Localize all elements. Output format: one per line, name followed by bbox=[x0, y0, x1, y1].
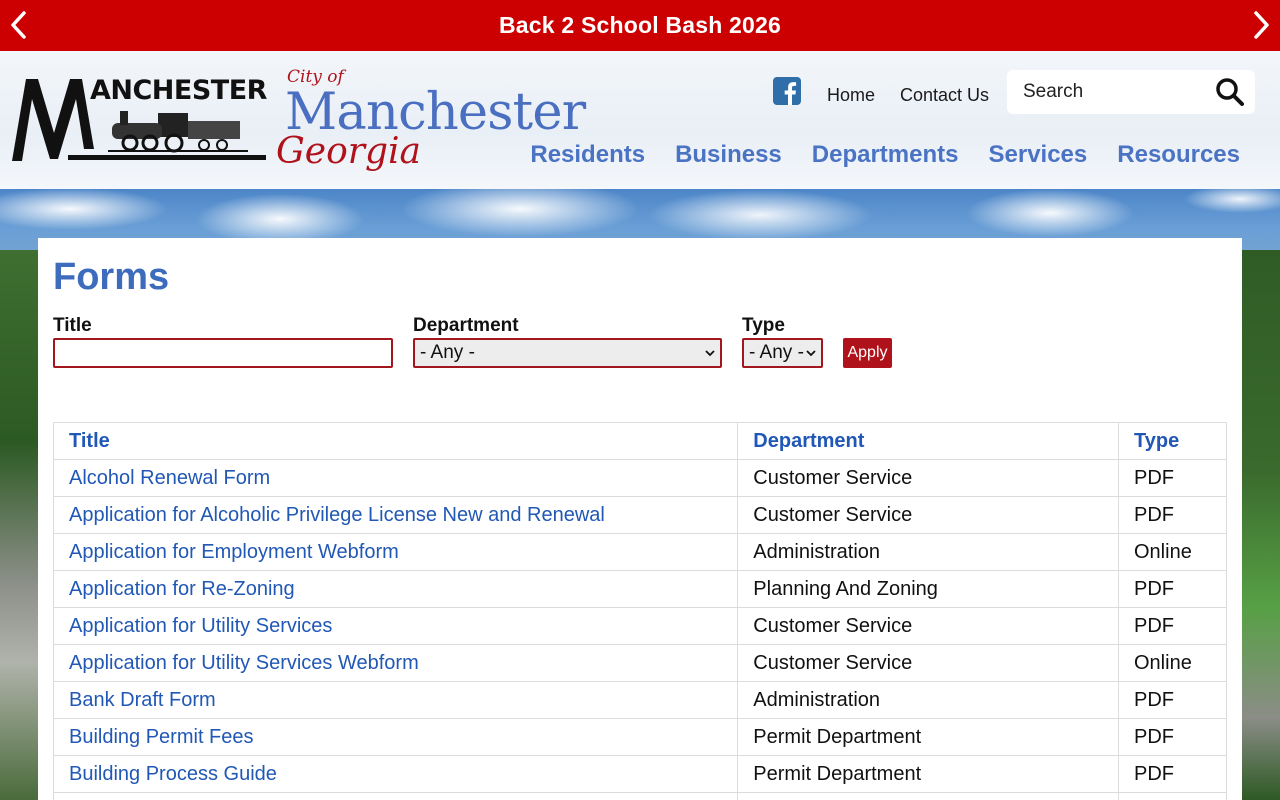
page-title: Forms bbox=[53, 256, 170, 298]
form-type: PDF bbox=[1118, 607, 1227, 645]
form-title-link[interactable]: Building Process Guide bbox=[69, 763, 277, 785]
form-title-link[interactable]: Application for Re-Zoning bbox=[69, 578, 295, 600]
table-row: Application for Utility Services Webform… bbox=[52, 644, 1227, 682]
form-department: Customer Service bbox=[737, 644, 1119, 682]
nav-services[interactable]: Services bbox=[989, 141, 1088, 175]
form-type: PDF bbox=[1118, 755, 1227, 793]
form-department: Customer Service bbox=[737, 607, 1119, 645]
chevron-right-icon[interactable] bbox=[1247, 8, 1275, 42]
nav-departments[interactable]: Departments bbox=[812, 141, 959, 175]
form-department: Administration bbox=[737, 681, 1119, 719]
table-row: Building Process Guide Permit Department… bbox=[52, 755, 1227, 793]
nav-residents[interactable]: Residents bbox=[530, 141, 645, 175]
contact-us-link[interactable]: Contact Us bbox=[900, 85, 989, 106]
form-type: Online bbox=[1118, 533, 1227, 571]
forms-table: Title Department Type Alcohol Renewal Fo… bbox=[52, 422, 1227, 800]
form-type: PDF bbox=[1118, 496, 1227, 534]
nav-business[interactable]: Business bbox=[675, 141, 782, 175]
form-title-link[interactable]: Bank Draft Form bbox=[69, 689, 216, 711]
type-filter-select[interactable]: - Any - bbox=[742, 338, 823, 368]
department-filter-select[interactable]: - Any - bbox=[413, 338, 722, 368]
main-navigation: Residents Business Departments Services … bbox=[500, 141, 1240, 175]
form-title-link[interactable]: Alcohol Renewal Form bbox=[69, 467, 270, 489]
form-title-link[interactable]: Application for Employment Webform bbox=[69, 541, 399, 563]
form-department: Permit Department bbox=[737, 718, 1119, 756]
form-type: PDF bbox=[1118, 718, 1227, 756]
form-title-link[interactable]: Application for Alcoholic Privilege Lice… bbox=[69, 504, 605, 526]
background-trees-left bbox=[0, 250, 38, 800]
announcement-bar: Back 2 School Bash 2026 bbox=[0, 0, 1280, 51]
column-header-title[interactable]: Title bbox=[52, 422, 739, 460]
table-row bbox=[52, 792, 1227, 800]
announcement-title[interactable]: Back 2 School Bash 2026 bbox=[499, 12, 781, 39]
type-filter-label: Type bbox=[742, 315, 785, 336]
chevron-left-icon[interactable] bbox=[5, 8, 33, 42]
form-department: Planning And Zoning bbox=[737, 570, 1119, 608]
search-icon[interactable] bbox=[1215, 77, 1245, 107]
apply-button[interactable]: Apply bbox=[843, 338, 892, 368]
form-title-link[interactable]: Application for Utility Services bbox=[69, 615, 332, 637]
nav-resources[interactable]: Resources bbox=[1117, 141, 1240, 175]
logo-wordmark: ANCHESTER bbox=[90, 75, 267, 106]
search-box bbox=[1007, 70, 1255, 114]
form-department: Customer Service bbox=[737, 496, 1119, 534]
form-type: Online bbox=[1118, 644, 1227, 682]
table-row: Building Permit Fees Permit Department P… bbox=[52, 718, 1227, 756]
title-filter-input[interactable] bbox=[53, 338, 393, 368]
background-trees-right bbox=[1242, 250, 1280, 800]
chevron-down-icon bbox=[806, 350, 816, 357]
department-selected-value: - Any - bbox=[420, 342, 475, 363]
table-row: Application for Utility Services Custome… bbox=[52, 607, 1227, 645]
type-selected-value: - Any - bbox=[749, 342, 804, 363]
home-link[interactable]: Home bbox=[827, 85, 875, 106]
column-header-department[interactable]: Department bbox=[737, 422, 1119, 460]
chevron-down-icon bbox=[705, 350, 715, 357]
table-header-row: Title Department Type bbox=[52, 422, 1227, 460]
search-input[interactable] bbox=[1007, 72, 1207, 112]
department-filter-label: Department bbox=[413, 315, 519, 336]
form-type: PDF bbox=[1118, 681, 1227, 719]
site-header: ANCHESTER City of Manchester Georgia Hom… bbox=[0, 51, 1280, 189]
form-department: Administration bbox=[737, 533, 1119, 571]
table-row: Application for Alcoholic Privilege Lice… bbox=[52, 496, 1227, 534]
column-header-type[interactable]: Type bbox=[1118, 422, 1227, 460]
form-department: Customer Service bbox=[737, 459, 1119, 497]
title-filter-label: Title bbox=[53, 315, 92, 336]
facebook-icon[interactable] bbox=[773, 77, 801, 105]
table-row: Bank Draft Form Administration PDF bbox=[52, 681, 1227, 719]
form-title-link[interactable]: Building Permit Fees bbox=[69, 726, 254, 748]
form-department: Permit Department bbox=[737, 755, 1119, 793]
brand-state: Georgia bbox=[276, 131, 421, 172]
table-row: Alcohol Renewal Form Customer Service PD… bbox=[52, 459, 1227, 497]
table-row: Application for Re-Zoning Planning And Z… bbox=[52, 570, 1227, 608]
content-panel: Forms Title Department - Any - Type - An… bbox=[38, 238, 1242, 800]
form-type: PDF bbox=[1118, 459, 1227, 497]
form-type: PDF bbox=[1118, 570, 1227, 608]
site-logo[interactable]: ANCHESTER bbox=[8, 71, 270, 167]
form-title-link[interactable]: Application for Utility Services Webform bbox=[69, 652, 419, 674]
table-row: Application for Employment Webform Admin… bbox=[52, 533, 1227, 571]
